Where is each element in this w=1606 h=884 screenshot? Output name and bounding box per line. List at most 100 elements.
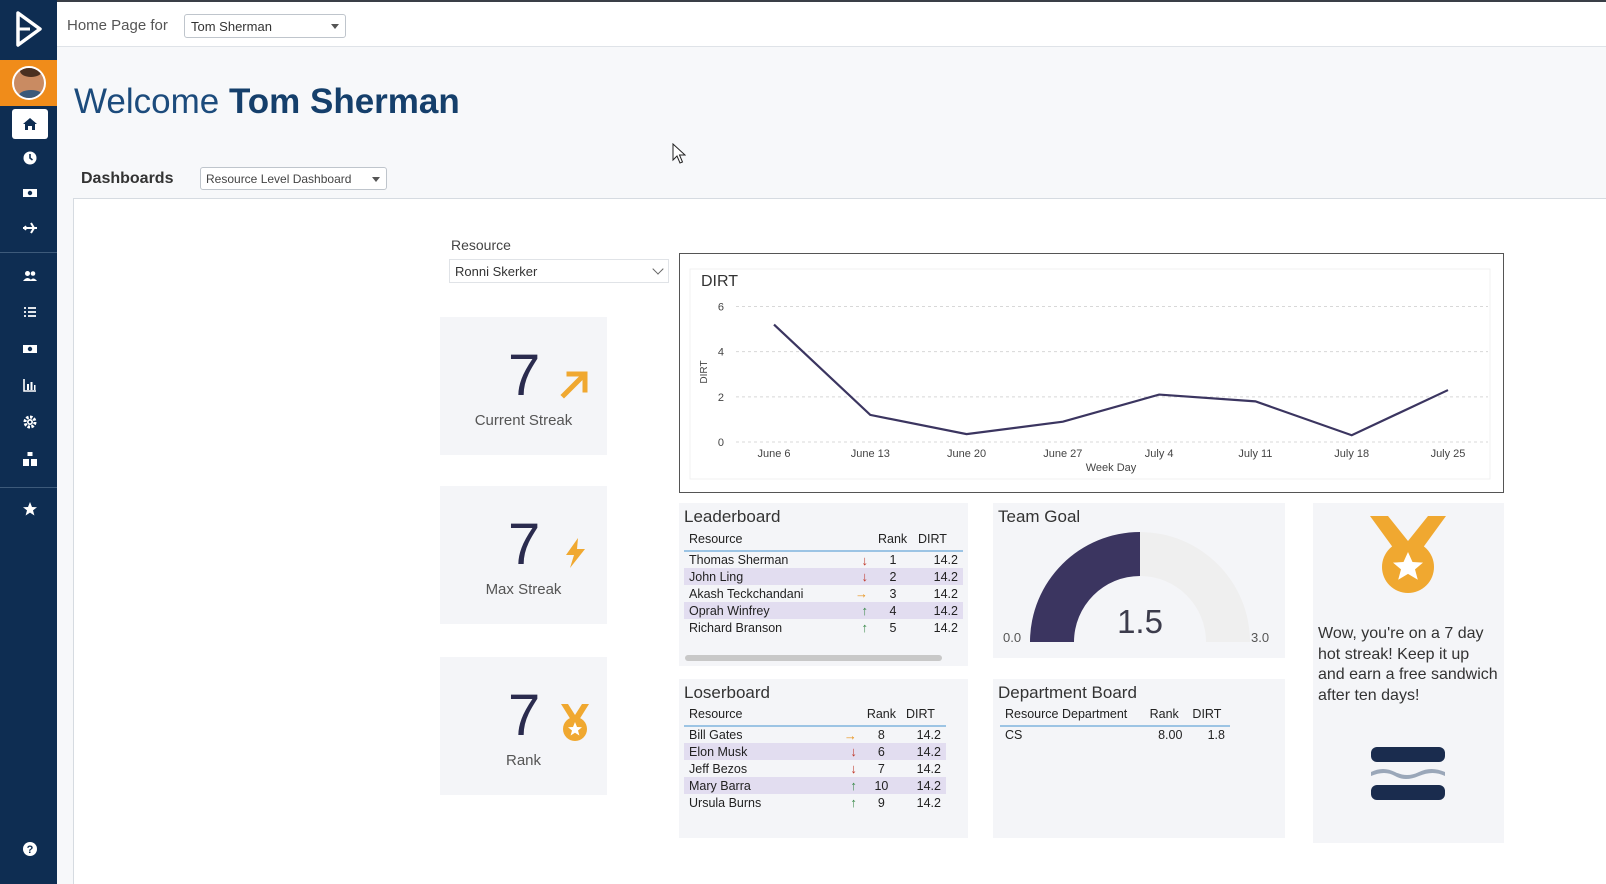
dept-header-department[interactable]: Resource Department	[1000, 702, 1145, 727]
loserboard-header-dirt[interactable]: DIRT	[901, 702, 946, 727]
table-row: Bill Gates → 8 14.2	[684, 726, 946, 743]
leaderboard-table: Resource Rank DIRT Thomas Sherman ↓ 1 14.2 J…	[684, 527, 963, 636]
rank-value: 7	[508, 683, 541, 748]
org-chart-icon[interactable]	[12, 444, 48, 474]
users-icon[interactable]	[12, 261, 48, 291]
resource-label: Resource	[451, 237, 511, 253]
star-icon[interactable]	[12, 494, 48, 524]
max-streak-card: 7 Max Streak	[440, 486, 607, 624]
leaderboard-title: Leaderboard	[684, 507, 781, 526]
clock-icon[interactable]	[12, 143, 48, 173]
resource-select-value: Ronni Skerker	[455, 264, 538, 279]
y-tick-label: 2	[718, 392, 724, 404]
table-row: Jeff Bezos ↓ 7 14.2	[684, 760, 946, 777]
bar-chart-icon[interactable]	[12, 370, 48, 400]
dirt-cell: 14.2	[933, 553, 958, 567]
x-tick-label: June 20	[947, 448, 986, 460]
rank-cell: 7	[877, 761, 885, 776]
dept-header-dirt[interactable]: DIRT	[1187, 702, 1230, 727]
loserboard-header-rank[interactable]: Rank	[861, 702, 901, 727]
resource-name: Richard Branson	[689, 620, 783, 635]
team-goal-title: Team Goal	[998, 507, 1081, 526]
x-tick-label: July 25	[1431, 448, 1466, 460]
user-select-value: Tom Sherman	[191, 19, 272, 34]
chart-title: DIRT	[701, 273, 738, 290]
department-board-table: Resource Department Rank DIRT CS 8.00 1.…	[1000, 702, 1230, 743]
resource-select[interactable]: Ronni Skerker	[449, 259, 669, 283]
rank-cell: 6	[861, 743, 901, 760]
dirt-cell: 14.2	[916, 728, 941, 742]
app-logo[interactable]	[0, 0, 57, 58]
resource-name: Elon Musk	[684, 743, 822, 760]
rank-cell: 10	[861, 777, 901, 794]
current-streak-card: 7 Current Streak	[440, 317, 607, 455]
arrow-up-icon: ↑	[861, 620, 869, 635]
svg-text:?: ?	[27, 844, 34, 856]
gauge-min: 0.0	[1003, 630, 1022, 645]
leaderboard-header-rank[interactable]: Rank	[873, 527, 913, 552]
dashboard-select[interactable]: Resource Level Dashboard	[200, 167, 387, 190]
department-board-title: Department Board	[998, 683, 1137, 702]
mouse-cursor-icon	[672, 143, 686, 164]
x-tick-label: July 4	[1145, 448, 1174, 460]
arrow-down-icon: ↓	[850, 761, 857, 776]
welcome-heading: Welcome Tom Sherman	[74, 82, 460, 122]
arrow-down-icon: ↓	[861, 552, 869, 568]
dirt-cell: 14.2	[916, 761, 941, 776]
table-row: Oprah Winfrey ↑ 4 14.2	[684, 602, 963, 619]
resource-name: Akash Teckchandani	[689, 586, 804, 601]
home-icon[interactable]	[12, 109, 48, 139]
rank-cell: 5	[889, 620, 897, 635]
rank-cell: 8	[877, 728, 885, 742]
leaderboard-header-dirt[interactable]: DIRT	[913, 527, 963, 552]
caret-down-icon	[331, 24, 339, 29]
billing-icon[interactable]	[12, 334, 48, 364]
x-tick-label: July 18	[1334, 448, 1369, 460]
table-row: Akash Teckchandani → 3 14.2	[684, 585, 963, 602]
loserboard-title: Loserboard	[684, 683, 771, 702]
dirt-cell: 14.2	[913, 568, 963, 585]
welcome-name: Tom Sherman	[228, 82, 460, 121]
table-row: Elon Musk ↓ 6 14.2	[684, 743, 946, 760]
checklist-icon[interactable]	[12, 297, 48, 327]
gauge-max: 3.0	[1251, 630, 1270, 645]
max-streak-label: Max Streak	[485, 581, 562, 598]
table-row: John Ling ↓ 2 14.2	[684, 568, 963, 585]
leaderboard-header-resource[interactable]: Resource	[684, 527, 823, 552]
arrow-right-icon: →	[843, 727, 857, 743]
loserboard-header-resource[interactable]: Resource	[684, 702, 822, 727]
money-icon[interactable]	[12, 178, 48, 208]
arrow-up-right-icon	[560, 371, 588, 399]
dept-name: CS	[1005, 728, 1023, 742]
current-streak-value: 7	[508, 343, 541, 408]
streak-message: Wow, you're on a 7 day hot streak! Keep …	[1318, 625, 1498, 704]
dirt-cell: 14.2	[913, 602, 963, 619]
help-icon[interactable]: ?	[12, 834, 48, 864]
user-avatar[interactable]	[0, 60, 57, 106]
rank-cell: 9	[877, 795, 885, 810]
table-row: Ursula Burns ↑ 9 14.2	[684, 794, 946, 811]
dept-header-rank[interactable]: Rank	[1144, 702, 1188, 727]
arrow-right-icon: →	[855, 586, 868, 601]
x-tick-label: June 13	[851, 448, 890, 460]
dashboards-label: Dashboards	[81, 170, 174, 187]
arrow-up-icon: ↑	[823, 602, 873, 619]
rank-cell: 2	[873, 568, 913, 585]
gauge-value: 1.5	[1117, 603, 1163, 640]
gear-icon[interactable]	[12, 407, 48, 437]
user-select[interactable]: Tom Sherman	[184, 14, 346, 38]
chevron-down-icon	[652, 263, 664, 275]
rank-cell: 1	[889, 553, 897, 567]
leaderboard-scrollbar[interactable]	[685, 655, 942, 661]
medal-icon	[1370, 516, 1446, 593]
y-tick-label: 6	[718, 302, 724, 314]
x-tick-label: June 6	[757, 448, 790, 460]
resource-name: Ursula Burns	[689, 795, 762, 810]
sidebar: ?	[0, 0, 57, 884]
dirt-chart-svg: DIRT DIRT Week Day 0 2 4 6 June 6 June 13 June…	[689, 268, 1491, 480]
arrow-up-icon: ↑	[850, 795, 857, 810]
current-streak-label: Current Streak	[474, 412, 573, 429]
lightning-icon	[566, 538, 585, 568]
airplane-icon[interactable]	[12, 213, 48, 243]
dirt-cell: 14.2	[933, 586, 958, 601]
